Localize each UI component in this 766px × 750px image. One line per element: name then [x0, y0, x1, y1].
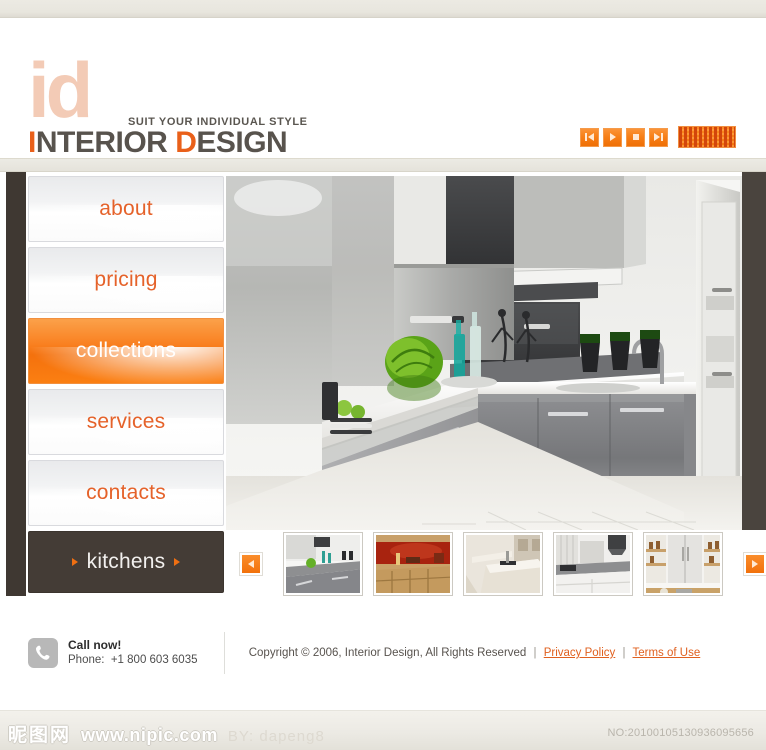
nav-item-collections[interactable]: collections — [28, 318, 224, 384]
phone-number: +1 800 603 6035 — [110, 654, 198, 666]
logo-mark-id: id — [28, 46, 93, 134]
thumbnail-item-2[interactable] — [374, 533, 452, 595]
watermark-site-url: www.nipic.com — [81, 725, 218, 745]
nav-label-kitchens-wrap: kitchens — [71, 550, 181, 574]
main-content: about pricing collections services conta… — [0, 172, 766, 620]
site-header: id SUIT YOUR INDIVIDUAL STYLE INTERIOR D… — [0, 18, 766, 159]
call-now-block: Call now! Phone: +1 800 603 6035 — [28, 638, 218, 668]
watermark-left: 昵图网 www.nipic.com BY: dapeng8 — [8, 720, 325, 747]
arrow-right-icon — [752, 560, 758, 568]
thumb-wood-red-kitchen-icon — [376, 535, 450, 593]
next-thumbnails-button[interactable] — [744, 553, 766, 575]
thumb-fridge-shelving-kitchen-icon — [646, 535, 720, 593]
nav-item-contacts[interactable]: contacts — [28, 460, 224, 526]
top-decoration-band — [0, 0, 766, 18]
thumbnail-item-5[interactable] — [644, 533, 722, 595]
stop-icon — [632, 134, 639, 140]
play-button[interactable] — [603, 127, 622, 147]
thumb-grey-kitchen-icon — [286, 535, 360, 593]
copyright-block: Copyright © 2006, Interior Design, All R… — [241, 647, 738, 659]
thumbnail-item-1[interactable] — [284, 533, 362, 595]
privacy-policy-link[interactable]: Privacy Policy — [544, 647, 616, 659]
watermark-author: BY: dapeng8 — [227, 728, 325, 745]
call-text-block: Call now! Phone: +1 800 603 6035 — [68, 638, 198, 668]
main-navigation: about pricing collections services conta… — [28, 176, 224, 598]
logo-text-esign: ESIGN — [196, 126, 288, 159]
separator-2: | — [622, 647, 626, 659]
phone-label: Phone: — [68, 654, 105, 666]
separator-1: | — [533, 647, 537, 659]
phone-line: Phone: +1 800 603 6035 — [68, 653, 198, 668]
phone-glyph — [36, 645, 50, 660]
copyright-text: Copyright © 2006, Interior Design, All R… — [248, 647, 527, 659]
previous-thumbnails-button[interactable] — [240, 553, 262, 575]
logo-letter-i: I — [28, 126, 36, 159]
nav-item-pricing[interactable]: pricing — [28, 247, 224, 313]
nav-item-services[interactable]: services — [28, 389, 224, 455]
header-divider-band — [0, 158, 766, 172]
hero-gallery-image[interactable] — [226, 176, 742, 530]
nav-item-about[interactable]: about — [28, 176, 224, 242]
nav-label-contacts: contacts — [86, 481, 166, 504]
nav-label-kitchens: kitchens — [86, 550, 166, 573]
left-decoration-rail — [6, 172, 26, 596]
call-now-title: Call now! — [68, 638, 122, 652]
right-decoration-rail — [742, 172, 766, 530]
watermark-band: 昵图网 www.nipic.com BY: dapeng8 NO:2010010… — [0, 710, 766, 750]
footer-inner: Call now! Phone: +1 800 603 6035 Copyrig… — [28, 630, 738, 676]
watermark-site-name-cn: 昵图网 — [8, 725, 72, 746]
arrow-right-icon-right — [174, 558, 181, 566]
thumb-beige-island-kitchen-icon — [466, 535, 540, 593]
phone-handset-icon — [28, 638, 58, 668]
arrow-left-icon — [248, 560, 254, 568]
thumbnail-carousel — [240, 531, 766, 597]
nav-label-pricing: pricing — [94, 268, 158, 291]
arrow-right-icon-left — [71, 558, 78, 566]
logo-letter-d: D — [175, 126, 197, 159]
logo-text-nterior: NTERIOR — [35, 126, 176, 159]
terms-of-use-link[interactable]: Terms of Use — [633, 647, 701, 659]
previous-track-button[interactable] — [580, 127, 599, 147]
thumbnail-item-4[interactable] — [554, 533, 632, 595]
thumbnail-item-3[interactable] — [464, 533, 542, 595]
next-track-button[interactable] — [649, 127, 668, 147]
equalizer-display[interactable] — [678, 126, 736, 148]
thumb-white-grey-kitchen-icon — [556, 535, 630, 593]
nav-label-services: services — [86, 410, 166, 433]
hero-kitchen-illustration — [226, 176, 742, 530]
nav-item-kitchens[interactable]: kitchens — [28, 531, 224, 593]
nav-label-collections: collections — [75, 339, 177, 362]
next-icon — [654, 133, 663, 141]
stop-button[interactable] — [626, 127, 645, 147]
play-icon — [609, 133, 616, 141]
logo-wordmark: INTERIOR DESIGN — [28, 126, 288, 160]
site-logo[interactable]: id SUIT YOUR INDIVIDUAL STYLE INTERIOR D… — [28, 46, 328, 159]
nav-label-about: about — [99, 197, 153, 220]
footer-divider — [224, 632, 225, 674]
site-footer: Call now! Phone: +1 800 603 6035 Copyrig… — [0, 620, 766, 684]
watermark-id-number: NO:20100105130936095656 — [607, 727, 754, 739]
thumbnail-list — [284, 533, 722, 595]
media-player-controls — [580, 126, 736, 148]
previous-icon — [585, 133, 594, 141]
